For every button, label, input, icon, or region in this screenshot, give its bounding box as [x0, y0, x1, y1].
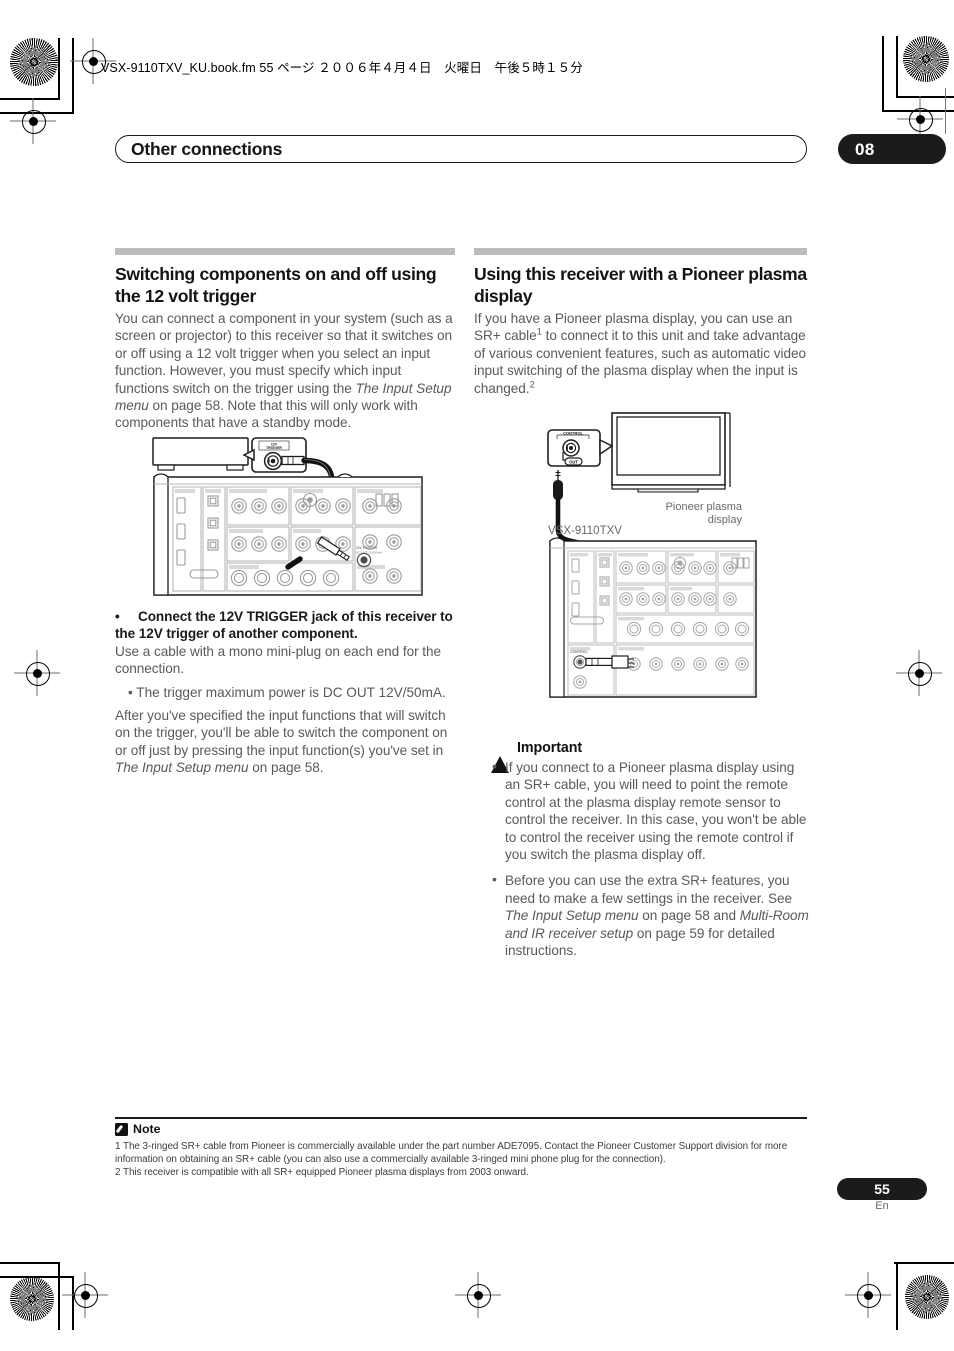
right-intro-paragraph: If you have a Pioneer plasma display, yo… — [474, 310, 814, 397]
svg-text:12V TRIGGER: 12V TRIGGER — [356, 546, 378, 550]
left-sub-bullet-text: The trigger maximum power is DC OUT 12V/… — [136, 684, 446, 700]
chapter-title: Other connections — [131, 139, 283, 159]
registration-rosette-bottom-left — [10, 1277, 54, 1321]
left-action-bullet-text: Connect the 12V TRIGGER jack of this rec… — [115, 609, 453, 642]
important-header: Important — [491, 739, 813, 773]
left-column-lower: • Connect the 12V TRIGGER jack of this re… — [115, 608, 455, 777]
svg-text:Pioneer plasma: Pioneer plasma — [666, 501, 743, 513]
footnote-ref-2: 2 — [529, 379, 535, 391]
left-closing-part1: After you've specified the input functio… — [115, 708, 448, 758]
note-divider — [115, 1117, 807, 1120]
svg-text:display: display — [708, 514, 743, 526]
important-item2-part1: Before you can use the extra SR+ feature… — [505, 873, 793, 906]
registration-target-bottom-left — [62, 1272, 108, 1318]
warning-triangle-icon — [491, 739, 510, 773]
trigger-connection-diagram: 12V TRIGGER 12V TRIGGER DC OUT 12V/50mA — [142, 424, 434, 596]
registration-target-bottom-center-left — [455, 1272, 501, 1318]
registration-target-right-middle — [896, 650, 942, 696]
chapter-number-badge: 08 — [838, 88, 946, 164]
chapter-number-label: 08 — [855, 140, 875, 159]
left-after-bullet-paragraph: Use a cable with a mono mini-plug on eac… — [115, 643, 442, 677]
crop-mark-bottom-right-v — [896, 1262, 898, 1330]
pencil-note-icon — [115, 1122, 128, 1136]
note-label: Note — [133, 1122, 161, 1136]
note-header: Note — [115, 1122, 161, 1136]
left-section-heading: Switching components on and off using th… — [115, 264, 437, 306]
svg-text:CONTROL: CONTROL — [563, 431, 583, 436]
footnote-2: 2 This receiver is compatible with all S… — [115, 1167, 529, 1179]
registration-rosette-top-right — [903, 36, 949, 82]
plasma-diagram-svg: CONTROL OUT Pioneer plasma display VSX-9… — [547, 412, 757, 698]
page-language-label: En — [875, 1200, 889, 1212]
footnotes: 1 The 3-ringed SR+ cable from Pioneer is… — [115, 1140, 810, 1180]
file-header-text: VSX-9110TXV_KU.book.fm 55 ページ ２００６年４月４日 … — [101, 61, 583, 75]
left-closing-italic: The Input Setup menu — [115, 760, 249, 776]
crop-mark-bottom-left-h — [0, 1262, 60, 1264]
plasma-connection-diagram: CONTROL OUT Pioneer plasma display VSX-9… — [546, 408, 768, 708]
section-rule-right — [474, 248, 807, 255]
important-item2-italic1: The Input Setup menu — [505, 908, 639, 924]
registration-target-left-upper — [10, 98, 56, 144]
svg-text:DC OUT 12V/50mA: DC OUT 12V/50mA — [356, 551, 382, 555]
footnote-1: 1 The 3-ringed SR+ cable from Pioneer is… — [115, 1141, 788, 1166]
crop-mark-top-right-v2 — [882, 36, 884, 112]
important-list: If you connect to a Pioneer plasma displ… — [491, 758, 813, 959]
svg-text:OUT: OUT — [569, 459, 578, 464]
crop-mark-bottom-left-v — [58, 1262, 60, 1330]
trigger-diagram-svg: 12V TRIGGER 12V TRIGGER DC OUT 12V/50mA — [152, 437, 423, 596]
crop-mark-top-right-v — [896, 36, 898, 98]
chapter-badge-tick — [945, 88, 946, 134]
page-number-badge: 55 — [837, 1178, 927, 1200]
important-item-1: If you connect to a Pioneer plasma displ… — [491, 758, 813, 863]
important-block: Important If you connect to a Pioneer pl… — [491, 733, 813, 968]
section-rule-left — [115, 248, 455, 255]
registration-rosette-bottom-right — [905, 1275, 949, 1319]
registration-target-bottom-right — [845, 1272, 891, 1318]
right-section-heading: Using this receiver with a Pioneer plasm… — [474, 264, 807, 306]
left-intro-paragraph: You can connect a component in your syst… — [115, 310, 455, 432]
registration-target-left-middle — [14, 650, 60, 696]
right-column: Using this receiver with a Pioneer plasm… — [474, 248, 814, 397]
page-number-label: 55 — [874, 1181, 890, 1197]
crop-mark-bottom-right-h — [894, 1262, 954, 1264]
bullet-marker: • — [115, 609, 120, 624]
left-column: Switching components on and off using th… — [115, 248, 455, 432]
important-item-2: Before you can use the extra SR+ feature… — [491, 871, 813, 959]
left-closing-paragraph: After you've specified the input functio… — [115, 707, 455, 777]
left-sub-bullet: • The trigger maximum power is DC OUT 12… — [128, 684, 446, 700]
crop-mark-top-left-v — [58, 38, 60, 100]
svg-text:VSX-9110TXV: VSX-9110TXV — [548, 525, 622, 537]
left-closing-part2: on page 58. — [248, 760, 324, 776]
important-item2-part2: on page 58 and — [638, 908, 740, 924]
left-action-bullet: • Connect the 12V TRIGGER jack of this re… — [115, 608, 455, 643]
svg-text:CONTROL: CONTROL — [570, 650, 589, 654]
important-title: Important — [517, 739, 583, 756]
registration-rosette-top-left — [10, 38, 58, 86]
svg-text:TRIGGER: TRIGGER — [266, 446, 282, 450]
